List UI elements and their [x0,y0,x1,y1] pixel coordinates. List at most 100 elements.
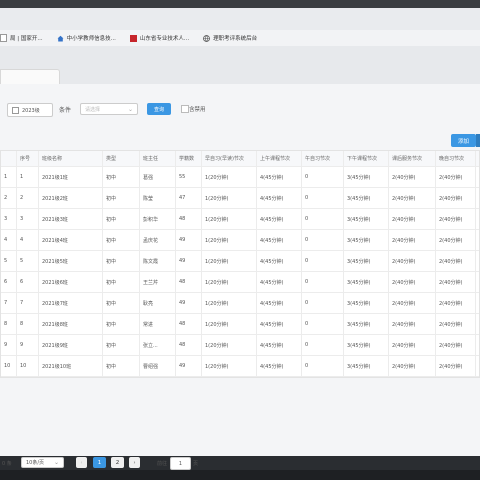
serial-number-cell: 8 [17,314,39,334]
morning-classes-cell: 4(45分钟) [257,251,302,271]
taskbar [0,470,480,480]
condition-placeholder: 请选择 [85,106,101,113]
chevron-left-icon: ‹ [80,459,83,466]
student-count-cell: 49 [176,230,202,250]
table-row[interactable]: 10 10 2021级10班 初中 曹绍强 49 1(20分钟) 4(45分钟) 0 3(45分钟… [1,356,479,377]
bookmark-2-label: 中小学教师信息技... [66,36,116,42]
calendar-icon [12,106,19,114]
morning-reading-cell: 1(20分钟) [202,251,257,271]
toolbar-button-edge[interactable] [476,134,480,147]
bookmark-4-label: 理职考评系统后台 [213,36,258,42]
after-school-service-cell: 2(40分钟) [389,209,436,229]
table-row[interactable]: 6 6 2021级6班 初中 王兰芹 48 1(20分钟) 4(45分钟) 0 3(45分钟) 2(… [1,272,479,293]
bookmark-2[interactable]: 中小学教师信息技... [57,34,116,42]
student-count-cell: 49 [176,356,202,376]
morning-classes-cell: 4(45分钟) [257,188,302,208]
noon-study-cell: 0 [302,209,344,229]
year-value: 2023级 [22,107,40,114]
student-count-cell: 48 [176,272,202,292]
goto-page-input[interactable]: 1 [170,457,191,470]
table-row[interactable]: 3 3 2021级3班 初中 彭积华 48 1(20分钟) 4(45分钟) 0 3(45分钟) 2(… [1,209,479,230]
row-action-cell[interactable] [476,167,479,187]
serial-number-cell: 2 [17,188,39,208]
row-action-cell[interactable] [476,314,479,334]
header-cell: 学籍数 [176,151,202,166]
row-action-cell[interactable] [476,230,479,250]
serial-number-cell: 6 [17,272,39,292]
page-2-button[interactable]: 2 [111,457,124,468]
row-action-cell[interactable] [476,335,479,355]
table-row[interactable]: 8 8 2021级8班 初中 常进 48 1(20分钟) 4(45分钟) 0 3(45分钟) 2(4… [1,314,479,335]
table-header: 序号 班级名称 类型 班主任 学籍数 早自习(早读)节次 上午课程节次 午自习节… [1,151,479,167]
query-button[interactable]: 查询 [147,103,171,115]
row-action-cell[interactable] [476,209,479,229]
class-name-cell: 2021级3班 [39,209,103,229]
row-action-cell[interactable] [476,272,479,292]
bookmark-3[interactable]: 山东省专业技术人... [129,34,189,42]
morning-classes-cell: 4(45分钟) [257,167,302,187]
browser-toolbar [0,8,480,30]
row-action-cell[interactable] [476,293,479,313]
bookmarks-bar: 局 | 国家开... 中小学教师信息技... 山东省专业技术人... 理职考评系… [0,30,480,47]
bookmark-4[interactable]: 理职考评系统后台 [203,34,257,42]
header-cell: 上午课程节次 [257,151,302,166]
class-name-cell: 2021级2班 [39,188,103,208]
row-action-cell[interactable] [476,188,479,208]
noon-study-cell: 0 [302,272,344,292]
evening-study-cell: 2(40分钟) [436,356,476,376]
row-index-cell: 2 [1,188,17,208]
head-teacher-cell: 耿亮 [140,293,176,313]
table-row[interactable]: 2 2 2021级2班 初中 陈莹 47 1(20分钟) 4(45分钟) 0 3(45分钟) 2(4… [1,188,479,209]
row-index-cell: 3 [1,209,17,229]
evening-study-cell: 2(40分钟) [436,209,476,229]
page-size-value: 10条/页 [26,460,45,466]
class-type-cell: 初中 [103,251,140,271]
row-action-cell[interactable] [476,356,479,376]
class-type-cell: 初中 [103,356,140,376]
condition-select[interactable]: 请选择 ⌄ [80,103,138,115]
page-size-select[interactable]: 10条/页 ⌄ [21,457,64,468]
table-row[interactable]: 9 9 2021级9班 初中 张立... 48 1(20分钟) 4(45分钟) 0 3(45分钟)… [1,335,479,356]
morning-reading-cell: 1(20分钟) [202,314,257,334]
class-table: 序号 班级名称 类型 班主任 学籍数 早自习(早读)节次 上午课程节次 午自习节… [0,150,480,378]
evening-study-cell: 2(40分钟) [436,167,476,187]
header-cell: 午自习节次 [302,151,344,166]
evening-study-cell: 2(40分钟) [436,188,476,208]
after-school-service-cell: 2(40分钟) [389,293,436,313]
table-row[interactable]: 1 1 2021级1班 初中 葛强 55 1(20分钟) 4(45分钟) 0 3(45分钟) 2(4… [1,167,479,188]
table-row[interactable]: 7 7 2021级7班 初中 耿亮 49 1(20分钟) 4(45分钟) 0 3(45分钟) 2(4… [1,293,479,314]
header-cell [476,151,479,166]
head-teacher-cell: 陈莹 [140,188,176,208]
next-page-button[interactable]: › [129,457,140,468]
after-school-service-cell: 2(40分钟) [389,230,436,250]
head-teacher-cell: 孟庆花 [140,230,176,250]
student-count-cell: 48 [176,335,202,355]
morning-classes-cell: 4(45分钟) [257,335,302,355]
include-disabled-checkbox[interactable] [181,105,189,113]
table-row[interactable]: 5 5 2021级5班 初中 陈文霞 49 1(20分钟) 4(45分钟) 0 3(45分钟) 2(… [1,251,479,272]
serial-number-cell: 4 [17,230,39,250]
add-button[interactable]: 添加 [451,134,476,147]
bookmark-1[interactable]: 局 | 国家开... [0,34,43,42]
page-1-button[interactable]: 1 [93,457,106,468]
header-cell: 班主任 [140,151,176,166]
row-index-cell: 1 [1,167,17,187]
year-picker[interactable]: 2023级 [7,103,53,117]
total-count: 0 条 [2,461,12,467]
afternoon-classes-cell: 3(45分钟) [344,293,389,313]
morning-reading-cell: 1(20分钟) [202,188,257,208]
prev-page-button[interactable]: ‹ [76,457,87,468]
header-cell: 类型 [103,151,140,166]
class-type-cell: 初中 [103,293,140,313]
morning-reading-cell: 1(20分钟) [202,230,257,250]
morning-classes-cell: 4(45分钟) [257,230,302,250]
class-name-cell: 2021级4班 [39,230,103,250]
row-action-cell[interactable] [476,251,479,271]
morning-classes-cell: 4(45分钟) [257,272,302,292]
table-row[interactable]: 4 4 2021级4班 初中 孟庆花 49 1(20分钟) 4(45分钟) 0 3(45分钟) 2(… [1,230,479,251]
morning-reading-cell: 1(20分钟) [202,293,257,313]
row-index-cell: 6 [1,272,17,292]
serial-number-cell: 3 [17,209,39,229]
active-tab[interactable] [0,69,60,85]
class-name-cell: 2021级9班 [39,335,103,355]
